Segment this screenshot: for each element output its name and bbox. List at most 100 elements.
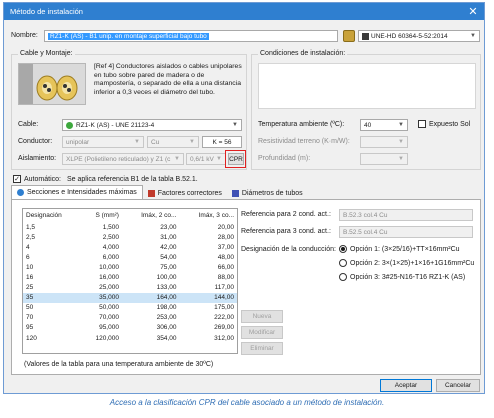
secciones-icon [17, 189, 24, 196]
option-3[interactable]: Opción 3: 3#25-N16-T16 RZ1-K (AS) [339, 273, 474, 281]
material-value: Cu [151, 138, 160, 146]
col-imax-3[interactable]: Imáx, 3 co... [179, 209, 237, 222]
table-cell: 20,00 [217, 223, 234, 231]
table-cell: 198,00 [156, 304, 177, 312]
resistividad-select[interactable]: ▼ [360, 136, 408, 148]
table-row[interactable]: 70 70,000 253,00 222,00 [23, 313, 237, 323]
table-cell: 16 [26, 274, 34, 282]
conduit-cable-icon [19, 64, 78, 104]
table-cell: 120 [26, 334, 37, 342]
table-cell: 16,000 [99, 274, 119, 282]
chevron-down-icon: ▼ [398, 156, 404, 162]
col-imax-2[interactable]: Imáx, 2 co... [122, 209, 180, 222]
table-row[interactable]: 4 4,000 42,00 37,00 [23, 242, 237, 252]
table-cell: 133,00 [156, 284, 177, 292]
table-cell: 50,000 [99, 304, 119, 312]
table-row[interactable]: 50 50,000 198,00 175,00 [23, 303, 237, 313]
ref3-label: Referencia para 3 cond. act.: [241, 228, 331, 235]
cable-montaje-group: Cable y Montaje: [Ref 4] Conductores ais… [11, 50, 247, 170]
tab-factores[interactable]: Factores correctores [143, 187, 227, 199]
conductor-value: unipolar [66, 138, 90, 146]
table-cell: 253,00 [156, 314, 177, 322]
cancel-button[interactable]: Cancelar [436, 379, 480, 392]
table-cell: 23,00 [160, 223, 177, 231]
chevron-down-icon: ▼ [470, 33, 476, 39]
option-1[interactable]: Opción 1: (3×25/16)+TT×16mm²Cu [339, 245, 474, 253]
table-cell: 100,00 [156, 274, 177, 282]
tab-diametros[interactable]: Diámetros de tubos [227, 187, 308, 199]
aislamiento-label: Aislamiento: [18, 155, 57, 162]
tab-secciones[interactable]: Secciones e Intensidades máximas [11, 185, 143, 199]
option-1-radio[interactable] [339, 245, 347, 253]
chevron-down-icon: ▼ [232, 122, 238, 128]
table-row[interactable]: 6 6,000 54,00 48,00 [23, 252, 237, 262]
voltage-value: 0,6/1 kV [190, 155, 214, 163]
table-cell: 48,00 [217, 253, 234, 261]
standard-select[interactable]: UNE-HD 60364-5-52:2014 ▼ [358, 30, 480, 42]
table-row[interactable]: 35 35,000 164,00 144,00 [23, 292, 237, 303]
sections-table[interactable]: Designación S (mm²) Imáx, 2 co... Imáx, … [22, 208, 238, 354]
option-2-label: Opción 2: 3×(1×25)+1×16+1G16mm²Cu [350, 259, 475, 267]
material-select[interactable]: Cu ▼ [147, 136, 199, 148]
automatico-checkbox[interactable]: ✓ Automático: Se aplica referencia B1 de… [13, 175, 198, 183]
table-body: 1,5 1,500 23,00 20,00 2,5 2,500 31,00 28,00 4 4,0… [23, 222, 237, 343]
table-cell: 1,5 [26, 223, 36, 231]
table-cell: 95,000 [99, 324, 119, 332]
eliminar-button[interactable]: Eliminar [241, 342, 283, 355]
chevron-down-icon: ▼ [398, 122, 404, 128]
profundidad-select[interactable]: ▼ [360, 153, 408, 165]
table-row[interactable]: 95 95,000 306,00 269,00 [23, 323, 237, 333]
title-bar: Método de instalación ✕ [4, 3, 484, 20]
nombre-input[interactable]: RZ1-K (AS) - B1 unip. en montaje superfi… [44, 30, 338, 42]
table-cell: 95 [26, 324, 34, 332]
accept-button[interactable]: Aceptar [380, 379, 432, 392]
conductor-select[interactable]: unipolar ▼ [62, 136, 144, 148]
option-3-radio[interactable] [339, 273, 347, 281]
table-cell: 10 [26, 263, 34, 271]
table-row[interactable]: 1,5 1,500 23,00 20,00 [23, 222, 237, 232]
designacion-label: Designación de la conducción: [241, 246, 336, 253]
col-designacion[interactable]: Designación [23, 209, 81, 222]
condiciones-title: Condiciones de instalación: [258, 50, 348, 57]
cable-select[interactable]: RZ1-K (AS) - UNE 21123-4 ▼ [62, 119, 242, 131]
aislamiento-select[interactable]: XLPE (Polietileno reticulado) y Z1 (c ▼ [62, 153, 184, 165]
cpr-button[interactable]: CPR [228, 153, 244, 165]
tab-panel: Designación S (mm²) Imáx, 2 co... Imáx, … [11, 199, 481, 375]
chevron-down-icon: ▼ [216, 156, 222, 162]
table-cell: 35 [23, 292, 82, 303]
table-cell: 25,000 [99, 284, 119, 292]
expuesto-sol-checkbox[interactable]: Expuesto Sol [418, 120, 470, 128]
table-cell: 37,00 [217, 243, 234, 251]
voltage-select[interactable]: 0,6/1 kV ▼ [186, 153, 226, 165]
table-row[interactable]: 25 25,000 133,00 117,00 [23, 283, 237, 293]
designacion-options: Opción 1: (3×25/16)+TT×16mm²Cu Opción 2:… [339, 245, 474, 281]
automatico-text: Se aplica referencia B1 de la tabla B.52… [66, 175, 198, 183]
table-cell: 50 [26, 304, 34, 312]
cable-status-icon [66, 121, 73, 129]
modificar-button[interactable]: Modificar [241, 326, 283, 339]
table-cell: 1,500 [102, 223, 119, 231]
table-row[interactable]: 2,5 2,500 31,00 28,00 [23, 232, 237, 242]
table-row[interactable]: 16 16,000 100,00 88,00 [23, 272, 237, 282]
chevron-down-icon: ▼ [189, 139, 195, 145]
table-row[interactable]: 10 10,000 75,00 66,00 [23, 262, 237, 272]
expuesto-sol-box[interactable] [418, 120, 426, 128]
table-cell: 269,00 [214, 324, 234, 332]
close-icon[interactable]: ✕ [462, 3, 484, 20]
table-cell: 222,00 [214, 314, 234, 322]
automatico-box[interactable]: ✓ [13, 175, 21, 183]
resistividad-label: Resistividad terreno (K·m/W): [258, 138, 350, 145]
option-2[interactable]: Opción 2: 3×(1×25)+1×16+1G16mm²Cu [339, 259, 474, 267]
table-cell: 54,00 [160, 253, 177, 261]
wizard-icon[interactable] [343, 30, 355, 42]
ref3-value: B.52.5 col.4 Cu [343, 228, 388, 236]
option-2-radio[interactable] [339, 259, 347, 267]
nueva-button[interactable]: Nueva [241, 310, 283, 323]
diametros-icon [231, 189, 239, 197]
col-seccion[interactable]: S (mm²) [81, 209, 122, 222]
ref3-field: B.52.5 col.4 Cu [339, 226, 473, 238]
table-row[interactable]: 120 120,000 354,00 312,00 [23, 333, 237, 343]
temperatura-select[interactable]: 40 ▼ [360, 119, 408, 131]
aislamiento-value: XLPE (Polietileno reticulado) y Z1 (c [66, 155, 171, 163]
table-cell: 4,000 [102, 243, 119, 251]
